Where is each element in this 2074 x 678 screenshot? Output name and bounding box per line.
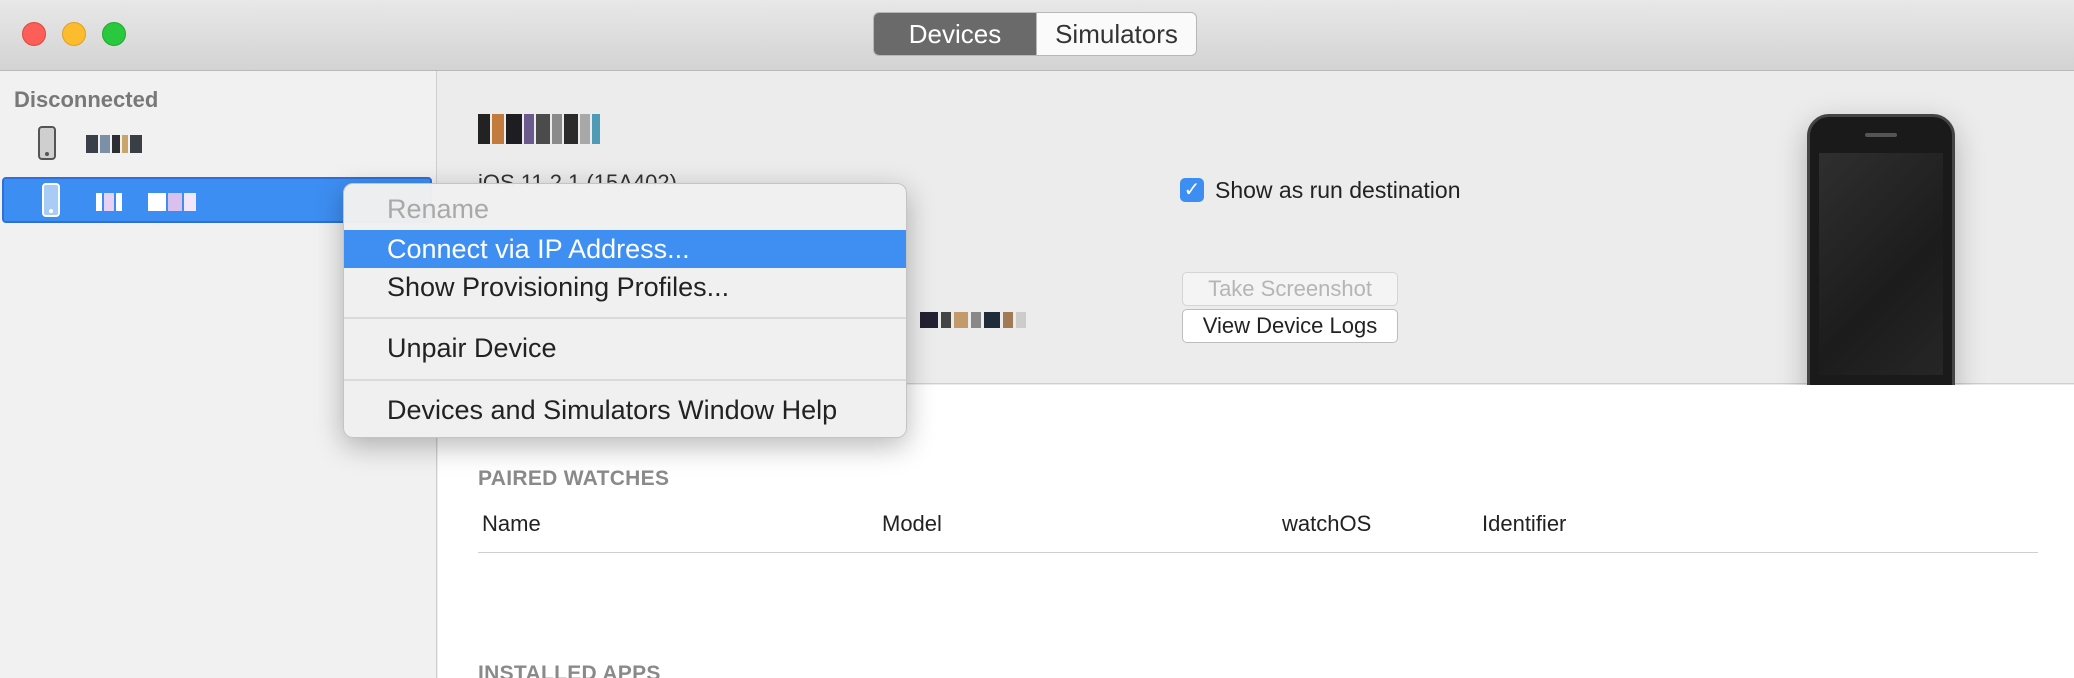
- paired-watches-heading: PAIRED WATCHES: [478, 467, 670, 490]
- tab-devices[interactable]: Devices: [874, 13, 1036, 55]
- device-name-redacted: [96, 193, 198, 211]
- menu-separator: [344, 317, 906, 319]
- iphone-icon: [38, 126, 56, 160]
- column-header-model[interactable]: Model: [882, 511, 942, 537]
- sidebar-section-label: Disconnected: [14, 87, 159, 112]
- column-header-name[interactable]: Name: [482, 511, 541, 537]
- menu-separator: [344, 379, 906, 381]
- close-window-button[interactable]: [22, 22, 46, 46]
- sidebar-device-row[interactable]: [0, 121, 437, 167]
- menu-item-unpair-device[interactable]: Unpair Device: [344, 329, 906, 367]
- column-header-watchos[interactable]: watchOS: [1282, 511, 1371, 537]
- speaker-grille: [1865, 133, 1897, 137]
- device-title-redacted: [478, 114, 602, 152]
- device-name-redacted: [86, 135, 144, 153]
- menu-item-show-provisioning-profiles[interactable]: Show Provisioning Profiles...: [344, 268, 906, 306]
- view-device-logs-button[interactable]: View Device Logs: [1182, 309, 1398, 343]
- title-bar: Devices Simulators: [0, 0, 2074, 71]
- identifier-redacted: [920, 312, 1029, 334]
- device-context-menu: Rename Connect via IP Address... Show Pr…: [343, 183, 907, 438]
- devices-simulators-segmented-control: Devices Simulators: [873, 12, 1197, 56]
- menu-item-window-help[interactable]: Devices and Simulators Window Help: [344, 391, 906, 429]
- zoom-window-button[interactable]: [102, 22, 126, 46]
- menu-item-rename[interactable]: Rename: [344, 190, 906, 228]
- installed-apps-heading: INSTALLED APPS: [478, 662, 661, 678]
- iphone-icon: [42, 183, 60, 217]
- minimize-window-button[interactable]: [62, 22, 86, 46]
- menu-item-connect-via-ip[interactable]: Connect via IP Address...: [344, 230, 906, 268]
- table-header-divider: [478, 552, 2038, 553]
- show-run-destination-label: Show as run destination: [1215, 177, 1461, 203]
- iphone-device-image: [1807, 114, 1955, 416]
- device-screen: [1819, 153, 1943, 375]
- show-run-destination-checkbox[interactable]: ✓: [1180, 178, 1204, 202]
- take-screenshot-button[interactable]: Take Screenshot: [1182, 272, 1398, 306]
- column-header-identifier[interactable]: Identifier: [1482, 511, 1566, 537]
- tab-simulators[interactable]: Simulators: [1036, 13, 1196, 55]
